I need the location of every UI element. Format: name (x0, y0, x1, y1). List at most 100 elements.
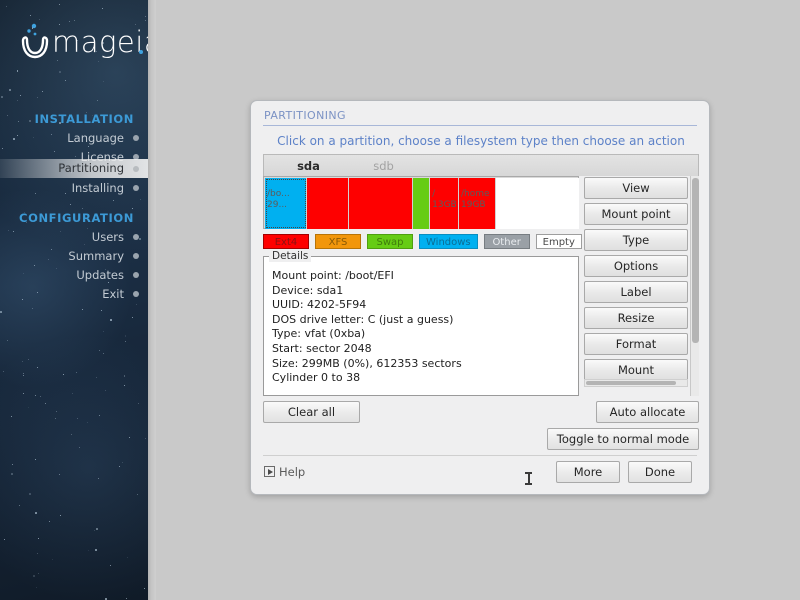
tab-sdb[interactable]: sdb (352, 155, 415, 177)
star-dot (104, 597, 107, 600)
mount-point-button[interactable]: Mount point (584, 203, 688, 225)
star-dot (137, 402, 139, 404)
star-dot (35, 512, 38, 514)
label-button[interactable]: Label (584, 281, 688, 303)
star-dot (5, 6, 7, 8)
star-dot (126, 598, 128, 600)
detail-line: UUID: 4202-5F94 (272, 298, 367, 312)
auto-allocate-button[interactable]: Auto allocate (596, 401, 699, 423)
bullet-icon (133, 135, 139, 141)
partition-details-box[interactable]: Mount point: /boot/EFI Device: sda1 UUID: … (263, 256, 579, 485)
star-dot (44, 402, 46, 404)
sidebar-item-label: Exit (102, 287, 124, 301)
star-dot (101, 7, 104, 10)
footer-divider (263, 455, 697, 456)
partition-block-3[interactable] (349, 178, 414, 229)
bullet-icon (133, 185, 139, 191)
title-divider (263, 125, 697, 126)
star-dot (123, 384, 125, 386)
legend-ext4[interactable]: Ext4 (263, 234, 309, 249)
partition-block-2[interactable] (307, 178, 350, 229)
legend-swap[interactable]: Swap (367, 234, 413, 249)
star-dot (58, 473, 60, 475)
star-dot (48, 520, 50, 522)
star-dot (17, 99, 19, 101)
star-dot (28, 406, 30, 408)
action-panel-vscrollbar[interactable] (690, 176, 699, 396)
sidebar-item-installing[interactable]: Installing (0, 179, 148, 197)
star-dot (42, 90, 44, 92)
mount-button[interactable]: Mount (584, 359, 688, 381)
star-dot (37, 96, 39, 98)
sidebar-item-language[interactable]: Language (0, 129, 148, 147)
detail-line: Device: sda1 (272, 283, 344, 297)
toggle-normal-mode-button[interactable]: Toggle to normal mode (547, 428, 699, 450)
legend-empty[interactable]: Empty (535, 234, 582, 249)
star-dot (131, 207, 133, 209)
vscrollbar-thumb[interactable] (692, 178, 699, 343)
star-dot (7, 340, 9, 342)
partition-block-4[interactable] (413, 178, 431, 229)
tab-sda[interactable]: sda (277, 155, 340, 177)
star-dot (59, 514, 61, 516)
star-dot (140, 198, 142, 200)
bullet-icon (133, 253, 139, 259)
hscrollbar-thumb[interactable] (586, 381, 676, 385)
bullet-icon (133, 272, 139, 278)
star-dot (39, 395, 41, 397)
partition-details-text: Mount point: /boot/EFI Device: sda1 UUID: … (272, 269, 462, 386)
star-dot (112, 200, 114, 202)
partition-block-6[interactable]: /home 19GB (459, 178, 497, 229)
help-label: Help (279, 465, 306, 479)
star-dot (97, 478, 99, 480)
star-dot (132, 316, 134, 318)
legend-windows[interactable]: Windows (419, 234, 478, 249)
star-dot (123, 375, 126, 378)
star-dot (29, 120, 32, 123)
star-dot (71, 434, 72, 436)
type-button[interactable]: Type (584, 229, 688, 251)
star-dot (82, 309, 84, 311)
star-dot (65, 80, 67, 82)
clear-all-button[interactable]: Clear all (263, 401, 360, 423)
star-dot (22, 360, 24, 362)
star-dot (35, 395, 37, 397)
resize-button[interactable]: Resize (584, 307, 688, 329)
partition-map-pane: /bo... 29... /13GB/home 19GB (263, 176, 579, 229)
star-dot (12, 463, 14, 465)
partition-label: /home 19GB (461, 189, 490, 210)
done-button[interactable]: Done (628, 461, 692, 483)
sidebar-item-partitioning[interactable]: Partitioning (0, 159, 148, 178)
star-dot (8, 89, 11, 91)
action-panel-hscrollbar[interactable] (584, 379, 688, 387)
sidebar-item-exit[interactable]: Exit (0, 285, 148, 303)
star-dot (10, 415, 12, 417)
partition-block-5[interactable]: /13GB (430, 178, 459, 229)
detail-line: Cylinder 0 to 38 (272, 371, 361, 385)
star-dot (144, 16, 146, 18)
sidebar-item-users[interactable]: Users (0, 228, 148, 246)
more-button[interactable]: More (556, 461, 620, 483)
view-button[interactable]: View (584, 177, 688, 199)
partition-action-panel: View Mount point Type Options Label Resi… (584, 176, 699, 396)
legend-other[interactable]: Other (483, 234, 530, 249)
sidebar-item-label: Updates (76, 268, 124, 282)
sidebar-item-updates[interactable]: Updates (0, 266, 148, 284)
sidebar-item-summary[interactable]: Summary (0, 247, 148, 265)
help-button[interactable]: Help (264, 465, 305, 481)
star-dot (23, 392, 25, 394)
star-dot (109, 319, 112, 321)
legend-xfs[interactable]: XFS (315, 234, 361, 249)
bullet-icon (133, 291, 139, 297)
star-dot (33, 575, 35, 578)
partition-label: /13GB (432, 189, 457, 210)
format-button[interactable]: Format (584, 333, 688, 355)
star-dot (18, 121, 20, 123)
partition-block-1[interactable]: /bo... 29... (265, 178, 308, 229)
partition-block-7[interactable] (496, 178, 579, 229)
options-button[interactable]: Options (584, 255, 688, 277)
star-dot (1, 95, 3, 98)
mageia-logo: mageia (14, 18, 148, 70)
star-dot (6, 115, 8, 117)
sidebar-heading-configuration: CONFIGURATION (19, 211, 134, 225)
